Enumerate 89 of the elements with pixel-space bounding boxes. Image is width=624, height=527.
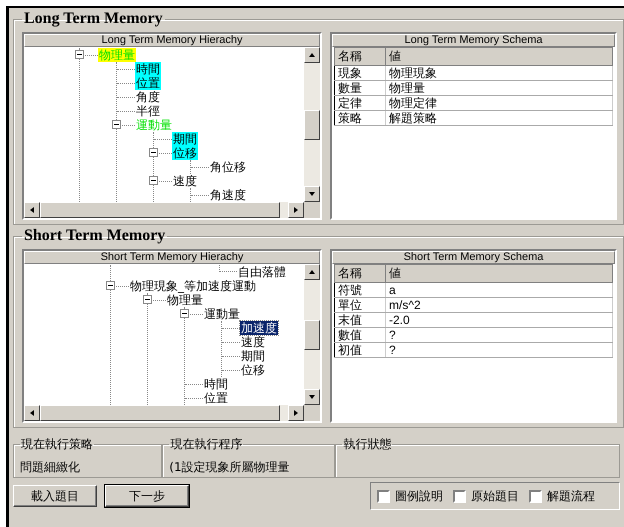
collapse-toggle[interactable]: [143, 295, 152, 304]
up-arrow-icon: [308, 269, 316, 275]
right-arrow-icon: [293, 409, 299, 417]
table-cell: 定律: [334, 96, 386, 110]
table-cell: 解題策略: [386, 110, 612, 126]
tree-node[interactable]: 期間: [172, 132, 198, 146]
collapse-toggle[interactable]: [149, 148, 158, 157]
tree-header: Long Term Memory Hierachy: [24, 34, 320, 47]
status-title: 執行狀態: [342, 436, 392, 453]
tree-node[interactable]: 速度: [172, 174, 198, 188]
tree-node[interactable]: 位移: [240, 363, 266, 377]
table-cell: 物理量: [386, 80, 612, 96]
load-button[interactable]: 載入題目: [13, 485, 97, 507]
collapse-toggle[interactable]: [112, 120, 121, 129]
tree-node[interactable]: 物理現象_等加速度運動: [129, 279, 257, 293]
scrollbar-corner: [304, 405, 320, 421]
table-cell: m/s^2: [386, 298, 612, 312]
table-cell: a: [386, 282, 612, 298]
scroll-right-button[interactable]: [288, 405, 304, 421]
left-arrow-icon: [29, 206, 35, 214]
checkbox-label: 解題流程: [547, 488, 595, 504]
scroll-down-button[interactable]: [304, 186, 320, 202]
scroll-right-button[interactable]: [288, 202, 304, 218]
tree-node[interactable]: 運動量: [203, 307, 241, 321]
checkbox-label: 圖例說明: [395, 488, 443, 504]
group-title: Short Term Memory: [23, 227, 166, 245]
table-cell: 末值: [334, 312, 386, 328]
collapse-toggle[interactable]: [180, 309, 189, 318]
table-cell: 現象: [334, 66, 386, 80]
schema-header: Short Term Memory Schema: [332, 251, 615, 264]
table-cell: 物理定律: [386, 96, 612, 110]
tree-node[interactable]: 物理量: [166, 293, 204, 307]
tree-node[interactable]: 時間: [203, 377, 229, 391]
tree-node[interactable]: 位移: [172, 146, 198, 160]
tree-node[interactable]: 速度: [240, 335, 266, 349]
status-value: 問題細緻化: [20, 459, 81, 476]
table-cell: ?: [386, 342, 612, 358]
up-arrow-icon: [308, 52, 316, 58]
down-arrow-icon: [308, 394, 316, 400]
tree-node[interactable]: 角位移: [209, 160, 247, 174]
table-cell: 物理現象: [386, 66, 612, 80]
table-cell: 數值: [334, 328, 386, 342]
scrollbar-thumb[interactable]: [304, 110, 320, 140]
scrollbar-thumb[interactable]: [304, 320, 320, 350]
right-arrow-icon: [293, 206, 299, 214]
tree-node[interactable]: 位置: [203, 391, 229, 405]
tree-header: Short Term Memory Hierachy: [24, 251, 320, 264]
status-value: (1設定現象所屬物理量: [169, 459, 291, 476]
checkbox[interactable]: [377, 490, 390, 502]
schema-header: Long Term Memory Schema: [332, 34, 615, 47]
table-cell: 數量: [334, 80, 386, 96]
scrollbar-thumb[interactable]: [40, 405, 280, 421]
column-header: 名稱: [334, 264, 386, 282]
column-header: 値: [386, 48, 612, 66]
table-cell: 符號: [334, 282, 386, 298]
scroll-left-button[interactable]: [24, 202, 40, 218]
checkbox[interactable]: [529, 490, 542, 502]
column-header: 値: [386, 264, 612, 282]
collapse-toggle[interactable]: [75, 50, 84, 59]
scroll-down-button[interactable]: [304, 389, 320, 405]
scroll-up-button[interactable]: [304, 264, 320, 280]
next-step-button[interactable]: 下一步: [105, 485, 189, 507]
scrollbar-thumb[interactable]: [40, 202, 280, 218]
collapse-toggle[interactable]: [106, 281, 115, 290]
table-cell: 策略: [334, 110, 386, 126]
status-title: 現在執行策略: [20, 436, 94, 453]
tree-node[interactable]: 期間: [240, 349, 266, 363]
scrollbar-corner: [304, 202, 320, 218]
scroll-left-button[interactable]: [24, 405, 40, 421]
tree-node[interactable]: 加速度: [240, 321, 278, 335]
table-cell: -2.0: [386, 312, 612, 328]
tree-node[interactable]: 時間: [135, 62, 161, 76]
tree-node[interactable]: 半徑: [135, 104, 161, 118]
checkbox-label: 原始題目: [471, 488, 519, 504]
tree-node[interactable]: 角度: [135, 90, 161, 104]
table-cell: ?: [386, 328, 612, 342]
group-title: Long Term Memory: [23, 10, 164, 28]
checkbox[interactable]: [453, 490, 466, 502]
tree-node[interactable]: 角速度: [209, 188, 247, 202]
tree-node[interactable]: 自由落體: [237, 265, 287, 279]
tree-node[interactable]: 位置: [135, 76, 161, 90]
table-cell: 單位: [334, 298, 386, 312]
column-header: 名稱: [334, 48, 386, 66]
left-arrow-icon: [29, 409, 35, 417]
table-cell: 初值: [334, 342, 386, 358]
status-title: 現在執行程序: [169, 436, 244, 453]
scroll-up-button[interactable]: [304, 47, 320, 63]
down-arrow-icon: [308, 191, 316, 197]
collapse-toggle[interactable]: [149, 176, 158, 185]
